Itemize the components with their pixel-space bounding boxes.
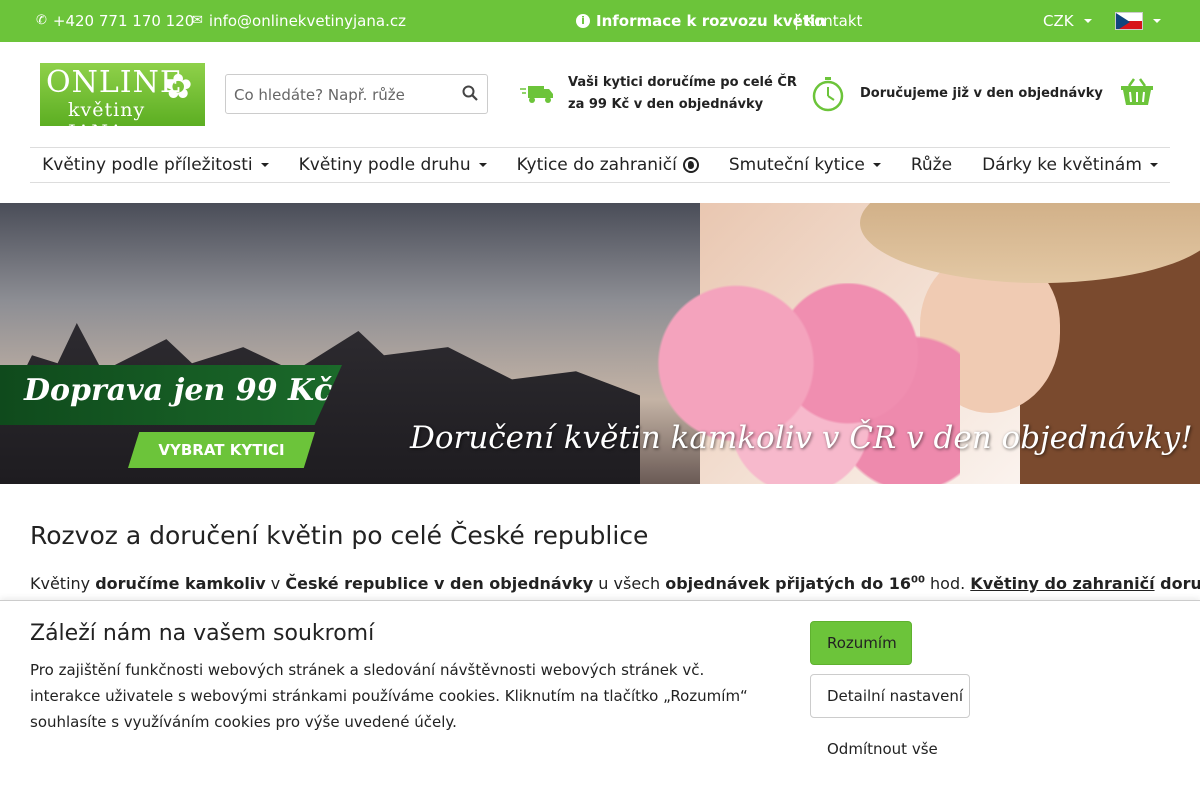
same-day-label: Doručujeme již v den objednávky xyxy=(860,86,1103,101)
envelope-icon: ✉ xyxy=(192,13,203,28)
nav-item-label: Růže xyxy=(910,155,953,175)
topbar-separator: | xyxy=(794,12,800,30)
delivery-price-feature: Vaši kytici doručíme po celé ČR za 99 Kč… xyxy=(520,72,797,116)
nav-item-label: Kytice do zahraničí xyxy=(516,155,677,175)
intro-sup: 00 xyxy=(911,574,925,586)
currency-label: CZK xyxy=(1043,12,1074,30)
contact-link[interactable]: Kontakt xyxy=(805,0,862,42)
email-link[interactable]: ✉ info@onlinekvetinyjana.cz xyxy=(192,0,406,42)
choose-bouquet-button[interactable]: VYBRAT KYTICI xyxy=(128,432,315,468)
promo-text: Doprava jen 99 Kč xyxy=(24,373,333,408)
chevron-down-icon xyxy=(1153,19,1161,23)
basket-icon[interactable] xyxy=(1120,78,1154,106)
intro-text: hod. xyxy=(924,574,971,593)
nav-item-label: Květiny podle příležitosti xyxy=(42,155,253,175)
cookie-consent-bar: Záleží nám na vašem soukromí Pro zajiště… xyxy=(0,600,1200,800)
cookie-settings-button[interactable]: Detailní nastavení xyxy=(810,674,970,718)
intro-bold: doručíme xyxy=(1160,574,1200,593)
cookie-text: Pro zajištění funkčnosti webových stráne… xyxy=(30,661,748,731)
intro-bold: doručíme kamkoliv xyxy=(95,574,266,593)
chevron-down-icon xyxy=(872,163,881,167)
phone-number: +420 771 170 120 xyxy=(52,12,195,30)
info-icon: i xyxy=(576,14,590,28)
nav-item-roses[interactable]: Růže xyxy=(896,155,967,175)
nav-item-abroad[interactable]: Kytice do zahraničí xyxy=(502,155,714,175)
chevron-down-icon xyxy=(1083,19,1092,23)
logo-line1: ONLINE xyxy=(46,65,183,100)
email-address: info@onlinekvetinyjana.cz xyxy=(208,12,406,30)
intro-paragraph: Květiny doručíme kamkoliv v České republ… xyxy=(30,574,1200,593)
accept-cookies-button[interactable]: Rozumím xyxy=(810,621,912,665)
phone-icon: ✆ xyxy=(36,13,47,28)
search-input[interactable] xyxy=(234,84,454,106)
intro-text: u všech xyxy=(593,574,666,593)
czech-flag-icon xyxy=(1115,12,1143,30)
top-bar: ✆ +420 771 170 120 ✉ info@onlinekvetinyj… xyxy=(0,0,1200,42)
cookie-title: Záleží nám na vašem soukromí xyxy=(30,621,375,646)
delivery-info-link[interactable]: i Informace k rozvozu květin xyxy=(576,0,826,42)
intro-text: Květiny xyxy=(30,574,96,593)
delivery-price-line2: za 99 Kč v den objednávky xyxy=(568,97,764,112)
flower-icon: ✿ xyxy=(164,67,193,107)
delivery-price-line1: Vaši kytici doručíme po celé ČR xyxy=(568,75,797,90)
search-box xyxy=(225,74,488,114)
nav-item-label: Květiny podle druhu xyxy=(298,155,471,175)
truck-icon xyxy=(520,86,553,103)
reject-cookies-button[interactable]: Odmítnout vše xyxy=(810,727,955,771)
currency-dropdown[interactable]: CZK xyxy=(1043,0,1092,42)
globe-icon xyxy=(682,157,699,173)
nav-item-occasions[interactable]: Květiny podle příležitosti xyxy=(27,155,284,175)
chevron-down-icon xyxy=(260,163,269,167)
language-dropdown[interactable] xyxy=(1115,0,1161,42)
nav-item-flower-types[interactable]: Květiny podle druhu xyxy=(284,155,502,175)
main-nav: Květiny podle příležitosti Květiny podle… xyxy=(30,147,1170,183)
nav-item-label: Dárky ke květinám xyxy=(982,155,1142,175)
logo[interactable]: ONLINE květiny JANA ✿ xyxy=(40,63,205,126)
promo-ribbon: Doprava jen 99 Kč xyxy=(0,365,342,425)
chevron-down-icon xyxy=(1149,163,1158,167)
nav-item-funeral[interactable]: Smuteční kytice xyxy=(714,155,896,175)
chevron-down-icon xyxy=(478,163,487,167)
same-day-feature: Doručujeme již v den objednávky xyxy=(810,76,1103,112)
nav-item-label: Smuteční kytice xyxy=(728,155,865,175)
intro-bold: objednávek přijatých do 16 xyxy=(665,574,912,593)
banner-tagline: Doručení květin kamkoliv v ČR v den obje… xyxy=(410,420,1193,456)
phone-link[interactable]: ✆ +420 771 170 120 xyxy=(36,0,194,42)
intro-bold: České republice v den objednávky xyxy=(285,574,594,593)
page-title: Rozvoz a doručení květin po celé České r… xyxy=(30,521,649,550)
stopwatch-icon xyxy=(812,77,844,112)
delivery-info-label: Informace k rozvozu květin xyxy=(596,12,826,30)
intro-text: v xyxy=(265,574,286,593)
nav-item-gifts[interactable]: Dárky ke květinám xyxy=(967,155,1173,175)
abroad-link[interactable]: Květiny do zahraničí xyxy=(970,574,1154,593)
search-icon[interactable] xyxy=(462,85,478,101)
